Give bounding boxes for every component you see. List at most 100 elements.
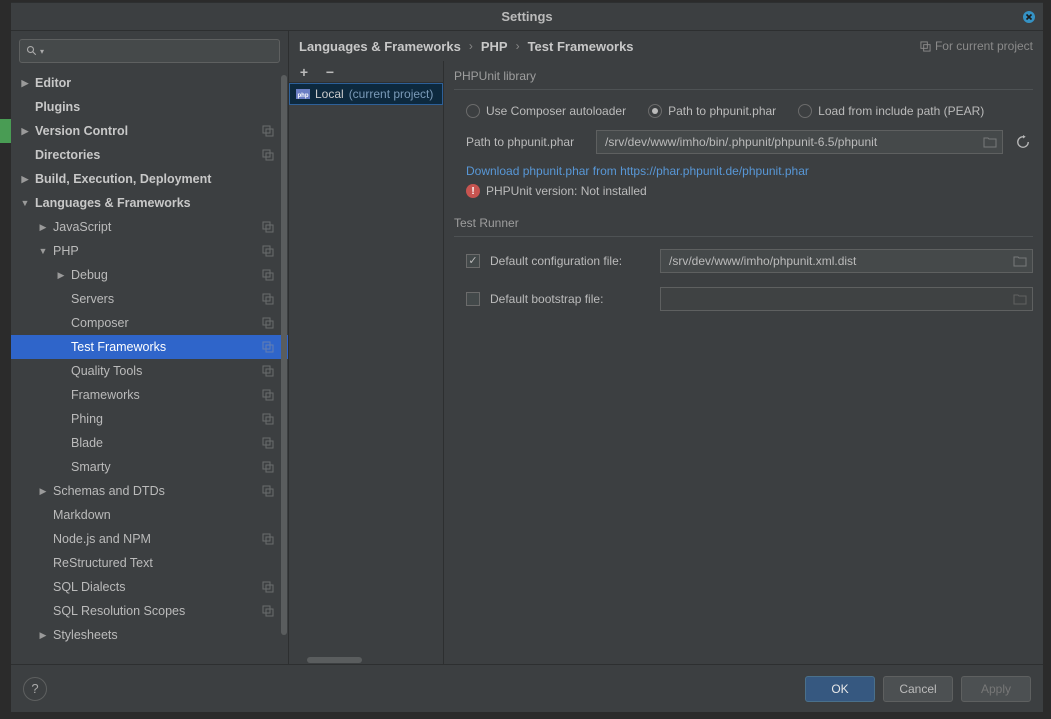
apply-button[interactable]: Apply — [961, 676, 1031, 702]
config-item-suffix: (current project) — [349, 87, 434, 101]
error-icon: ! — [466, 184, 480, 198]
tree-item-servers[interactable]: Servers — [11, 287, 288, 311]
config-file-checkbox[interactable] — [466, 254, 480, 268]
tree-label: Markdown — [53, 508, 111, 522]
tree-item-restructured-text[interactable]: ReStructured Text — [11, 551, 288, 575]
tree-label: Phing — [71, 412, 103, 426]
phpunit-status: ! PHPUnit version: Not installed — [454, 178, 1033, 212]
tree-item-editor[interactable]: ▶ Editor — [11, 71, 288, 95]
tree-item-frameworks[interactable]: Frameworks — [11, 383, 288, 407]
help-button[interactable]: ? — [23, 677, 47, 701]
tree-label: Schemas and DTDs — [53, 484, 165, 498]
tree-label: Debug — [71, 268, 108, 282]
cancel-button[interactable]: Cancel — [883, 676, 953, 702]
tree-label: Editor — [35, 76, 71, 90]
tree-label: Plugins — [35, 100, 80, 114]
tree-label: Stylesheets — [53, 628, 118, 642]
tree-label: Directories — [35, 148, 100, 162]
radio-pear[interactable]: Load from include path (PEAR) — [798, 104, 984, 118]
tree-item-stylesheets[interactable]: ▶ Stylesheets — [11, 623, 288, 647]
folder-icon[interactable] — [1013, 254, 1027, 268]
crumb-0[interactable]: Languages & Frameworks — [299, 39, 461, 54]
settings-tree[interactable]: ▶ Editor Plugins ▶Version Control Directorie… — [11, 71, 288, 664]
tree-item-schemas-and-dtds[interactable]: ▶ Schemas and DTDs — [11, 479, 288, 503]
tree-item-version-control[interactable]: ▶Version Control — [11, 119, 288, 143]
tree-item-debug[interactable]: ▶ Debug — [11, 263, 288, 287]
radio-composer[interactable]: Use Composer autoloader — [466, 104, 626, 118]
tree-arrow-icon[interactable]: ▶ — [37, 630, 49, 641]
tree-arrow-icon[interactable]: ▼ — [37, 246, 49, 256]
tree-item-quality-tools[interactable]: Quality Tools — [11, 359, 288, 383]
tree-item-smarty[interactable]: Smarty — [11, 455, 288, 479]
project-scope-icon — [262, 293, 274, 305]
tree-item-node-js-and-npm[interactable]: Node.js and NPM — [11, 527, 288, 551]
tree-label: Smarty — [71, 460, 111, 474]
refresh-icon[interactable] — [1013, 132, 1033, 152]
tree-label: PHP — [53, 244, 79, 258]
tree-item-languages-frameworks[interactable]: ▼Languages & Frameworks — [11, 191, 288, 215]
tree-arrow-icon[interactable]: ▶ — [19, 174, 31, 185]
remove-button[interactable]: − — [323, 65, 337, 79]
project-scope-icon — [262, 365, 274, 377]
project-scope-icon — [262, 149, 274, 161]
phar-path-input[interactable] — [596, 130, 1003, 154]
tree-item-composer[interactable]: Composer — [11, 311, 288, 335]
tree-arrow-icon[interactable]: ▶ — [37, 486, 49, 497]
search-input[interactable]: ▾ — [19, 39, 280, 63]
folder-icon[interactable] — [983, 135, 997, 149]
breadcrumb: Languages & Frameworks › PHP › Test Fram… — [289, 31, 1043, 61]
tree-arrow-icon[interactable]: ▶ — [19, 78, 31, 89]
config-item-local[interactable]: php Local (current project) — [289, 83, 443, 105]
config-list-panel: + − php Local (current project) — [289, 61, 444, 664]
project-scope-icon — [262, 437, 274, 449]
tree-arrow-icon[interactable]: ▶ — [37, 222, 49, 233]
project-scope-icon — [262, 389, 274, 401]
tree-item-phing[interactable]: Phing — [11, 407, 288, 431]
project-scope-icon — [262, 413, 274, 425]
tree-item-markdown[interactable]: Markdown — [11, 503, 288, 527]
horiz-scrollbar[interactable] — [289, 656, 443, 664]
config-file-input[interactable] — [660, 249, 1033, 273]
tree-label: Test Frameworks — [71, 340, 166, 354]
config-list[interactable]: php Local (current project) — [289, 83, 443, 664]
download-link[interactable]: Download phpunit.phar from https://phar.… — [454, 164, 1033, 178]
add-button[interactable]: + — [297, 65, 311, 79]
tree-arrow-icon[interactable]: ▶ — [55, 270, 67, 281]
tree-item-sql-dialects[interactable]: SQL Dialects — [11, 575, 288, 599]
settings-window: Settings ▾ ▶ Editor Plugins ▶Version Contro… — [11, 2, 1043, 712]
titlebar: Settings — [11, 3, 1043, 31]
project-scope-icon — [262, 533, 274, 545]
tree-arrow-icon[interactable]: ▼ — [19, 198, 31, 208]
project-scope-hint: For current project — [920, 39, 1033, 53]
bootstrap-file-checkbox[interactable] — [466, 292, 480, 306]
tree-label: ReStructured Text — [53, 556, 153, 570]
section-runner: Test Runner — [454, 212, 1033, 232]
radio-phar[interactable]: Path to phpunit.phar — [648, 104, 776, 118]
tree-item-sql-resolution-scopes[interactable]: SQL Resolution Scopes — [11, 599, 288, 623]
config-list-toolbar: + − — [289, 61, 443, 83]
ok-button[interactable]: OK — [805, 676, 875, 702]
tree-label: JavaScript — [53, 220, 111, 234]
tree-item-php[interactable]: ▼ PHP — [11, 239, 288, 263]
tree-arrow-icon[interactable]: ▶ — [19, 126, 31, 137]
horiz-scrollbar-thumb[interactable] — [307, 657, 362, 663]
tree-label: Blade — [71, 436, 103, 450]
folder-icon — [1013, 292, 1027, 306]
tree-item-blade[interactable]: Blade — [11, 431, 288, 455]
tree-item-directories[interactable]: Directories — [11, 143, 288, 167]
tree-item-plugins[interactable]: Plugins — [11, 95, 288, 119]
crumb-1[interactable]: PHP — [481, 39, 508, 54]
project-scope-icon — [262, 245, 274, 257]
tree-item-test-frameworks[interactable]: Test Frameworks — [11, 335, 288, 359]
library-mode-radios: Use Composer autoloader Path to phpunit.… — [454, 100, 1033, 128]
svg-text:php: php — [298, 93, 309, 99]
project-scope-icon — [262, 317, 274, 329]
tree-item-build-execution-deployment[interactable]: ▶Build, Execution, Deployment — [11, 167, 288, 191]
php-icon: php — [296, 87, 310, 101]
tree-item-javascript[interactable]: ▶ JavaScript — [11, 215, 288, 239]
main-panel: PHPUnit library Use Composer autoloader … — [444, 61, 1043, 664]
close-icon[interactable] — [1021, 9, 1037, 25]
project-scope-icon — [262, 461, 274, 473]
scrollbar-thumb[interactable] — [281, 75, 287, 635]
search-dropdown-icon[interactable]: ▾ — [40, 47, 44, 56]
